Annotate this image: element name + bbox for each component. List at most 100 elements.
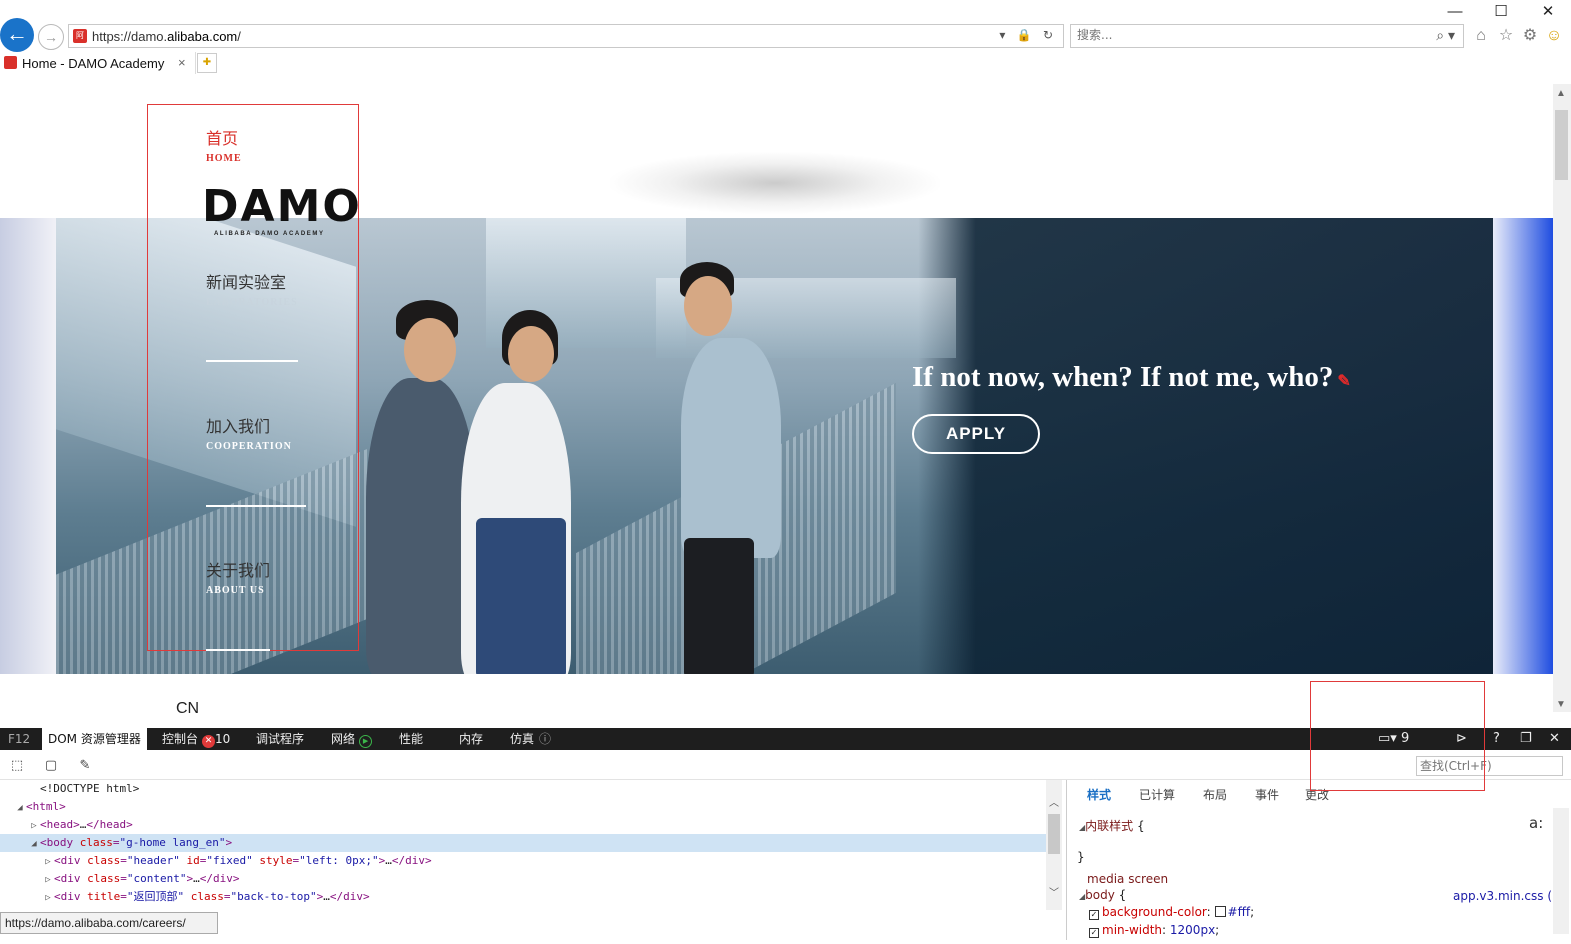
- address-bar[interactable]: 阿 https://damo.alibaba.com/ ▾ 🔒 ↻: [68, 24, 1064, 48]
- page-viewport: If not now, when? If not me, who? ✎ APPLY…: [0, 74, 1553, 728]
- expand-toggle-icon[interactable]: ▷: [42, 871, 54, 889]
- undock-icon[interactable]: ❐: [1520, 728, 1532, 750]
- tab-memory[interactable]: 内存: [453, 728, 489, 750]
- checkbox-icon[interactable]: ✓: [1089, 910, 1099, 920]
- smiley-feedback-icon[interactable]: ☺: [1544, 26, 1564, 46]
- tab-title: Home - DAMO Academy: [22, 56, 165, 71]
- dom-tree: <!DOCTYPE html> ◢ <html> ▷ <head>…</head> ◢ <b…: [0, 780, 1064, 916]
- nav-laboratories-cn[interactable]: 新闻实验室: [206, 269, 286, 293]
- font-size-icon[interactable]: a:: [1529, 814, 1543, 832]
- select-element-icon[interactable]: ⬚: [8, 756, 26, 774]
- dom-scrollbar[interactable]: ︿ ﹀: [1046, 780, 1062, 910]
- scroll-down-icon[interactable]: ﹀: [1049, 884, 1059, 899]
- tab-events[interactable]: 事件: [1255, 786, 1279, 803]
- dom-node-row[interactable]: ▷ <div class="content">…</div>: [0, 870, 1046, 888]
- nav-cooperation-cn[interactable]: 加入我们: [206, 413, 270, 437]
- scroll-down-icon[interactable]: ▼: [1556, 699, 1566, 710]
- nav-home-cn[interactable]: 首页: [206, 125, 238, 149]
- f12-label: F12: [8, 732, 31, 746]
- close-devtools-icon[interactable]: ✕: [1549, 728, 1560, 750]
- nav-cooperation-en[interactable]: COOPERATION: [206, 441, 292, 452]
- address-url: https://damo.alibaba.com/: [92, 29, 241, 44]
- nav-about-en[interactable]: ABOUT US: [206, 585, 265, 596]
- ink-mist-decoration: [610, 152, 940, 214]
- checkbox-icon[interactable]: ✓: [1089, 928, 1099, 938]
- maximize-icon[interactable]: ☐: [1486, 2, 1516, 22]
- dom-node-row[interactable]: <!DOCTYPE html>: [0, 780, 1046, 798]
- search-box[interactable]: ⌕ ▾: [1070, 24, 1464, 48]
- styles-scrollbar[interactable]: [1553, 808, 1569, 934]
- logo-text: DAMO: [202, 181, 362, 232]
- nav-laboratories-en[interactable]: LABORATORIES: [206, 297, 298, 308]
- tab-network[interactable]: 网络 ▶: [325, 728, 378, 750]
- browser-tab[interactable]: Home - DAMO Academy ×: [0, 52, 196, 74]
- back-arrow-icon[interactable]: ←: [0, 18, 34, 52]
- expand-toggle-icon[interactable]: ▷: [42, 889, 54, 907]
- error-icon: ✕: [202, 735, 216, 748]
- search-icon[interactable]: ⌕ ▾: [1436, 27, 1455, 44]
- side-navigation: 首页 HOME DAMO ALIBABA DAMO ACADEMY 新闻实验室 …: [147, 104, 362, 651]
- nav-divider: [206, 649, 270, 651]
- play-icon: ▶: [359, 735, 373, 748]
- style-prop-bgcolor[interactable]: ✓ background-color: #fff;: [1089, 905, 1254, 920]
- home-icon[interactable]: ⌂: [1471, 26, 1491, 46]
- status-bar-url: https://damo.alibaba.com/careers/: [0, 912, 218, 934]
- tab-layout[interactable]: 布局: [1203, 786, 1227, 803]
- new-tab-icon[interactable]: ✚: [197, 53, 217, 73]
- search-input[interactable]: [1077, 28, 1417, 42]
- dom-node-row[interactable]: ▷ <div title="返回顶部" class="back-to-top">……: [0, 888, 1046, 906]
- body-rule[interactable]: ◢body {: [1079, 888, 1126, 902]
- stylesheet-source-link[interactable]: app.v3.min.css (1): [1453, 889, 1564, 903]
- tab-emulation[interactable]: 仿真 ⓘ: [504, 728, 557, 750]
- dom-node-row[interactable]: ◢ <html>: [0, 798, 1046, 816]
- site-favicon-icon: 阿: [73, 29, 87, 43]
- address-controls[interactable]: ▾ 🔒 ↻: [999, 28, 1057, 42]
- dom-node-row[interactable]: ◢ <body class="g-home lang_en">: [0, 834, 1046, 852]
- forward-arrow-icon[interactable]: →: [38, 24, 64, 50]
- expand-toggle-icon[interactable]: ▷: [28, 817, 40, 835]
- info-icon: ⓘ: [539, 732, 552, 746]
- tab-close-icon[interactable]: ×: [178, 55, 186, 70]
- tab-styles[interactable]: 样式: [1087, 786, 1111, 803]
- favorites-star-icon[interactable]: ☆: [1496, 26, 1516, 46]
- dom-node-row[interactable]: ▷ <head>…</head>: [0, 816, 1046, 834]
- tab-console[interactable]: 控制台 ✕ 10: [156, 728, 236, 750]
- dom-node-row[interactable]: ▷ <div class="header" id="fixed" style="l…: [0, 852, 1046, 870]
- console-error-count: 10: [215, 732, 231, 746]
- gear-icon[interactable]: ⚙: [1520, 26, 1540, 46]
- inline-style-rule[interactable]: ◢内联样式 {: [1079, 817, 1145, 834]
- page-scrollbar[interactable]: ▲ ▼: [1553, 84, 1571, 712]
- nav-divider: [206, 505, 306, 507]
- tab-performance[interactable]: 性能: [393, 728, 429, 750]
- expand-toggle-icon[interactable]: ◢: [28, 835, 40, 853]
- color-swatch-icon[interactable]: [1214, 906, 1226, 917]
- tab-dom-explorer[interactable]: DOM 资源管理器: [42, 728, 147, 750]
- styles-panel: 样式 已计算 布局 事件 更改 ◢内联样式 { a: } media scree…: [1066, 780, 1564, 940]
- apply-button[interactable]: APPLY: [912, 414, 1040, 454]
- tab-debugger[interactable]: 调试程序: [250, 728, 310, 750]
- media-query: media screen: [1087, 872, 1169, 886]
- color-picker-icon[interactable]: ✎: [76, 756, 94, 774]
- nav-home-en[interactable]: HOME: [206, 153, 242, 164]
- expand-toggle-icon[interactable]: ◢: [14, 799, 26, 817]
- highlight-overlay-box: [1310, 681, 1485, 791]
- expand-toggle-icon[interactable]: ▷: [42, 853, 54, 871]
- close-window-icon[interactable]: ✕: [1533, 2, 1563, 22]
- scroll-up-icon[interactable]: ▲: [1556, 88, 1566, 99]
- edit-mark-icon: ✎: [1337, 373, 1351, 390]
- scroll-thumb[interactable]: [1555, 110, 1568, 180]
- scroll-up-icon[interactable]: ︿: [1049, 794, 1059, 809]
- nav-divider: [206, 360, 298, 362]
- highlight-element-icon[interactable]: ▢: [42, 756, 60, 774]
- nav-about-cn[interactable]: 关于我们: [206, 557, 270, 581]
- tab-favicon-icon: [4, 56, 17, 69]
- tab-computed[interactable]: 已计算: [1139, 786, 1175, 803]
- language-switch[interactable]: CN: [176, 700, 199, 718]
- style-prop-minwidth[interactable]: ✓ min-width: 1200px;: [1089, 923, 1219, 938]
- rule-close-brace: }: [1077, 850, 1085, 864]
- dom-scroll-thumb[interactable]: [1048, 814, 1060, 854]
- help-icon[interactable]: ?: [1493, 728, 1500, 750]
- damo-logo[interactable]: DAMO ALIBABA DAMO ACADEMY: [202, 181, 362, 238]
- minimize-icon[interactable]: —: [1440, 2, 1470, 22]
- browser-chrome: ← → 阿 https://damo.alibaba.com/ ▾ 🔒 ↻ ⌕ …: [0, 0, 1571, 74]
